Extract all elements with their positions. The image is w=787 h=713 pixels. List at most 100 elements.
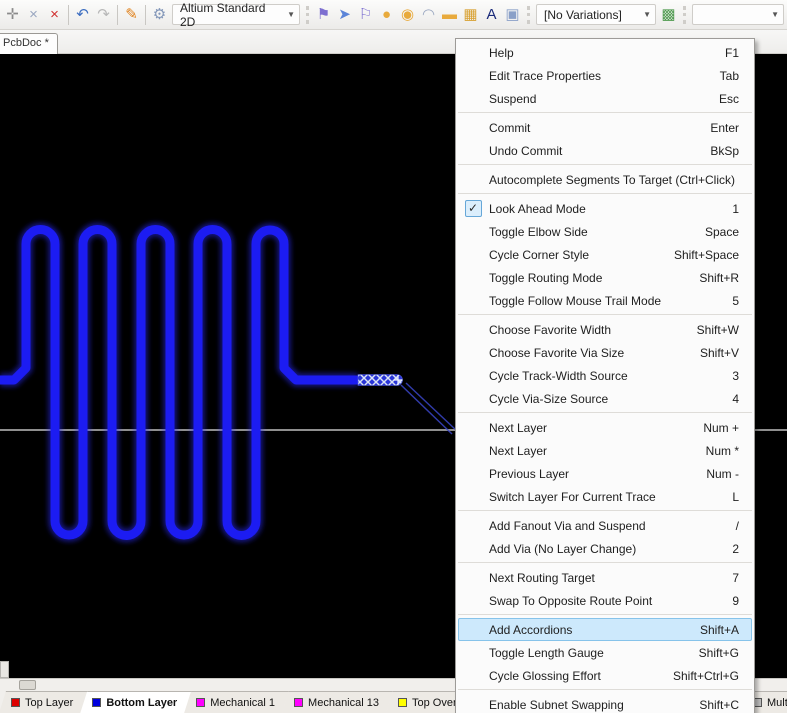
menu-item-shortcut: Shift+V (700, 346, 751, 360)
menu-item-label: Toggle Length Gauge (487, 646, 699, 660)
menu-item-enable-subnet-swapping[interactable]: Enable Subnet SwappingShift+C (458, 693, 752, 713)
menu-item-shortcut: Shift+G (699, 646, 751, 660)
menu-item-label: Add Via (No Layer Change) (487, 542, 732, 556)
menu-item-shortcut: 2 (732, 542, 751, 556)
menu-item-label: Next Layer (487, 444, 706, 458)
route-select-icon[interactable]: ➤ (334, 4, 355, 26)
chevron-down-icon: ▼ (643, 10, 651, 19)
menu-item-shortcut: 3 (732, 369, 751, 383)
menu-item-add-accordions[interactable]: Add AccordionsShift+A (458, 618, 752, 641)
arc-icon[interactable]: ◠ (418, 4, 439, 26)
menu-item-shortcut: / (736, 519, 751, 533)
menu-item-label: Cycle Glossing Effort (487, 669, 673, 683)
menu-item-next-layer[interactable]: Next LayerNum + (458, 416, 752, 439)
menu-item-add-fanout-via-suspend[interactable]: Add Fanout Via and Suspend/ (458, 514, 752, 537)
checkmark-icon: ✓ (465, 200, 482, 217)
layer-tab-label: Mechanical 1 (210, 697, 275, 709)
menu-item-swap-opposite-route-point[interactable]: Swap To Opposite Route Point9 (458, 589, 752, 612)
menu-item-next-layer-2[interactable]: Next LayerNum * (458, 439, 752, 462)
menu-item-shortcut: Num * (706, 444, 751, 458)
menu-item-choose-favorite-width[interactable]: Choose Favorite WidthShift+W (458, 318, 752, 341)
menu-item-label: Autocomplete Segments To Target (Ctrl+Cl… (487, 173, 739, 187)
menu-item-cycle-corner-style[interactable]: Cycle Corner StyleShift+Space (458, 243, 752, 266)
board-icon[interactable]: ▩ (658, 4, 679, 26)
menu-item-shortcut: BkSp (710, 144, 751, 158)
menu-separator (458, 314, 752, 315)
menu-separator (458, 164, 752, 165)
redo-icon[interactable]: ↷ (93, 4, 114, 26)
menu-separator (458, 193, 752, 194)
break-track-icon[interactable]: × (23, 4, 44, 26)
menu-item-commit[interactable]: CommitEnter (458, 116, 752, 139)
menu-item-toggle-elbow-side[interactable]: Toggle Elbow SideSpace (458, 220, 752, 243)
view-configuration-combo[interactable]: Altium Standard 2D▼ (172, 4, 300, 25)
menu-item-toggle-length-gauge[interactable]: Toggle Length GaugeShift+G (458, 641, 752, 664)
toolbar-group-handle (306, 6, 309, 24)
menu-item-label: Choose Favorite Via Size (487, 346, 700, 360)
menu-item-add-via-no-layer-change[interactable]: Add Via (No Layer Change)2 (458, 537, 752, 560)
delete-segment-icon[interactable]: × (44, 4, 65, 26)
layer-tab-mechanical-1[interactable]: Mechanical 1 (184, 691, 289, 713)
toolbar-group-handle (527, 6, 530, 24)
menu-item-choose-favorite-via-size[interactable]: Choose Favorite Via SizeShift+V (458, 341, 752, 364)
layer-tab-label: Multilayer (767, 697, 787, 709)
menu-item-shortcut: F1 (725, 46, 751, 60)
menu-item-undo-commit[interactable]: Undo CommitBkSp (458, 139, 752, 162)
menu-item-help[interactable]: HelpF1 (458, 41, 752, 64)
menu-item-switch-layer-current-trace[interactable]: Switch Layer For Current TraceL (458, 485, 752, 508)
menu-item-shortcut: 1 (732, 202, 751, 216)
string-icon[interactable]: A (481, 4, 502, 26)
menu-item-edit-trace-properties[interactable]: Edit Trace PropertiesTab (458, 64, 752, 87)
document-tab-pcbdoc[interactable]: PcbDoc * (0, 33, 58, 54)
menu-item-toggle-routing-mode[interactable]: Toggle Routing ModeShift+R (458, 266, 752, 289)
layer-tab-mechanical-13[interactable]: Mechanical 13 (282, 691, 393, 713)
array-icon[interactable]: ▦ (460, 4, 481, 26)
chevron-down-icon: ▼ (771, 10, 779, 19)
menu-item-suspend[interactable]: SuspendEsc (458, 87, 752, 110)
menu-item-label: Enable Subnet Swapping (487, 698, 699, 712)
menu-item-next-routing-target[interactable]: Next Routing Target7 (458, 566, 752, 589)
configure-icon[interactable]: ⚙ (149, 4, 170, 26)
menu-item-label: Choose Favorite Width (487, 323, 697, 337)
menu-item-shortcut: 7 (732, 571, 751, 585)
layer-tab-top-layer[interactable]: Top Layer (0, 691, 87, 713)
layer-tab-bottom-layer[interactable]: Bottom Layer (80, 691, 191, 713)
menu-item-label: Switch Layer For Current Trace (487, 490, 732, 504)
component-icon[interactable]: ▣ (502, 4, 523, 26)
menu-item-shortcut: Num - (706, 467, 751, 481)
menu-item-cycle-via-size-source[interactable]: Cycle Via-Size Source4 (458, 387, 752, 410)
fill-icon[interactable]: ▬ (439, 4, 460, 26)
layer-color-swatch (294, 698, 303, 707)
brush-icon[interactable]: ✎ (121, 4, 142, 26)
undo-icon[interactable]: ↶ (72, 4, 93, 26)
horizontal-scrollbar-thumb[interactable] (19, 680, 36, 690)
toolbar-group-handle (683, 6, 686, 24)
layer-color-swatch (196, 698, 205, 707)
routing-context-menu: HelpF1Edit Trace PropertiesTabSuspendEsc… (455, 38, 755, 713)
menu-item-label: Look Ahead Mode (487, 202, 732, 216)
menu-item-previous-layer[interactable]: Previous LayerNum - (458, 462, 752, 485)
menu-separator (458, 689, 752, 690)
menu-item-cycle-glossing-effort[interactable]: Cycle Glossing EffortShift+Ctrl+G (458, 664, 752, 687)
chevron-down-icon: ▼ (287, 10, 295, 19)
menu-item-shortcut: Shift+A (700, 623, 751, 637)
multi-route-icon[interactable]: ⚐ (355, 4, 376, 26)
menu-separator (458, 510, 752, 511)
move-cross-icon[interactable]: ✛ (2, 4, 23, 26)
interactive-routing-icon[interactable]: ⚑ (313, 4, 334, 26)
menu-separator (458, 112, 752, 113)
toolbar-separator (68, 5, 69, 25)
menu-item-autocomplete-segments[interactable]: Autocomplete Segments To Target (Ctrl+Cl… (458, 168, 752, 191)
menu-item-shortcut: Shift+W (697, 323, 751, 337)
serpentine-trace[interactable] (0, 230, 358, 536)
menu-separator (458, 412, 752, 413)
via-icon[interactable]: ◉ (397, 4, 418, 26)
unnamed-combo[interactable]: ▼ (692, 4, 784, 25)
variations-combo[interactable]: [No Variations]▼ (536, 4, 656, 25)
menu-item-label: Swap To Opposite Route Point (487, 594, 732, 608)
menu-item-label: Edit Trace Properties (487, 69, 720, 83)
menu-item-toggle-follow-mouse-trail[interactable]: Toggle Follow Mouse Trail Mode5 (458, 289, 752, 312)
menu-item-look-ahead-mode[interactable]: ✓ Look Ahead Mode1 (458, 197, 752, 220)
pad-icon[interactable]: ● (376, 4, 397, 26)
menu-item-cycle-track-width-source[interactable]: Cycle Track-Width Source3 (458, 364, 752, 387)
